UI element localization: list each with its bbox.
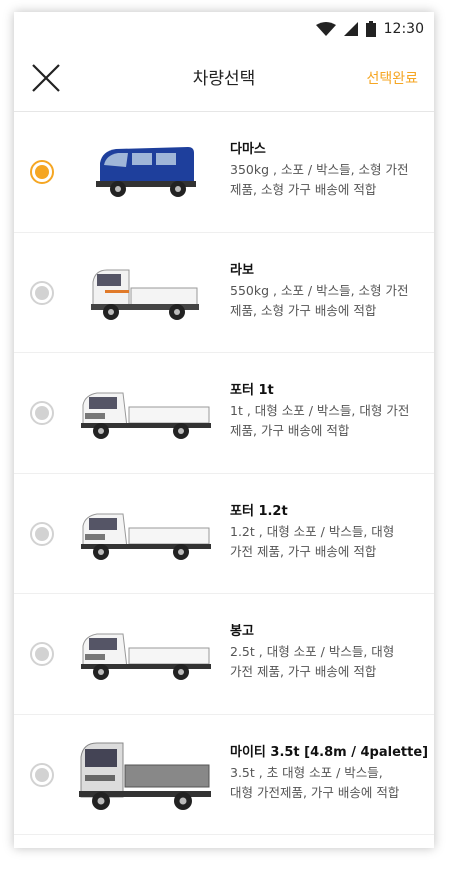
vehicle-desc-line1: 1.2t , 대형 소포 / 박스들, 대형 [230, 523, 395, 539]
vehicle-name: 포터 1.2t [230, 503, 288, 519]
vehicle-desc-line2: 대형 가전제품, 가구 배송에 적합 [230, 784, 400, 800]
truck-icon [81, 392, 211, 439]
radio-dot [35, 767, 49, 782]
vehicle-desc-line1: 2.5t , 대형 소포 / 박스들, 대형 [230, 644, 395, 659]
phone-screen: 12:30 차량선택 선택완료 다마스 350kg , 소포 / 박스들, 소형… [14, 12, 434, 848]
vehicle-image [70, 249, 220, 337]
vehicle-desc-line2: 가전 제품, 가구 배송에 적합 [230, 543, 377, 559]
mini-truck-icon [91, 269, 199, 320]
vehicle-desc-line2: 제품, 가구 배송에 적합 [230, 423, 350, 438]
battery-icon [365, 21, 376, 37]
radio-button[interactable] [30, 762, 54, 787]
vehicle-info: 봉고 2.5t , 대형 소포 / 박스들, 대형 가전 제품, 가구 배송에 … [230, 622, 430, 682]
wifi-icon [315, 22, 336, 36]
vehicle-desc-line2: 제품, 소형 가구 배송에 적합 [230, 302, 377, 318]
vehicle-option-1[interactable]: 다마스 350kg , 소포 / 박스들, 소형 가전 제품, 소형 가구 배송… [14, 112, 434, 233]
radio-button[interactable] [30, 160, 54, 184]
vehicle-info: 마이티 3.5t [4.8m / 4palette] 3.5t , 초 대형 소… [230, 743, 430, 803]
vehicle-name: 포터 1t [230, 383, 274, 398]
vehicle-image [70, 490, 220, 578]
vehicle-name: 마이티 3.5t [4.8m / 4palette] [230, 744, 429, 760]
vehicle-info: 포터 1t 1t , 대형 소포 / 박스들, 대형 가전 제품, 가구 배송에… [230, 381, 430, 441]
vehicle-desc-line1: 3.5t , 초 대형 소포 / 박스들, [230, 764, 383, 780]
large-truck-icon [79, 742, 211, 810]
radio-dot [35, 406, 49, 420]
radio-dot [35, 647, 49, 661]
vehicle-option-6[interactable]: 마이티 3.5t [4.8m / 4palette] 3.5t , 초 대형 소… [14, 715, 434, 835]
radio-button[interactable] [30, 642, 54, 666]
vehicle-option-2[interactable]: 라보 550kg , 소포 / 박스들, 소형 가전 제품, 소형 가구 배송에… [14, 233, 434, 353]
radio-dot [35, 285, 49, 300]
vehicle-desc-line1: 1t , 대형 소포 / 박스들, 대형 가전 [230, 403, 410, 418]
vehicle-list: 다마스 350kg , 소포 / 박스들, 소형 가전 제품, 소형 가구 배송… [14, 112, 434, 835]
vehicle-image [70, 369, 220, 457]
vehicle-option-4[interactable]: 포터 1.2t 1.2t , 대형 소포 / 박스들, 대형 가전 제품, 가구… [14, 474, 434, 594]
radio-button[interactable] [30, 401, 54, 425]
status-time: 12:30 [383, 21, 424, 37]
radio-button[interactable] [30, 521, 54, 546]
vehicle-info: 다마스 350kg , 소포 / 박스들, 소형 가전 제품, 소형 가구 배송… [230, 140, 430, 200]
app-bar: 차량선택 선택완료 [14, 46, 434, 112]
vehicle-image [70, 128, 220, 216]
vehicle-desc-line1: 550kg , 소포 / 박스들, 소형 가전 [230, 282, 409, 298]
vehicle-name: 봉고 [230, 624, 254, 639]
van-icon [96, 147, 196, 197]
vehicle-info: 포터 1.2t 1.2t , 대형 소포 / 박스들, 대형 가전 제품, 가구… [230, 502, 430, 562]
vehicle-desc-line2: 제품, 소형 가구 배송에 적합 [230, 182, 377, 197]
vehicle-image [70, 610, 220, 698]
vehicle-name: 라보 [230, 262, 254, 278]
vehicle-name: 다마스 [230, 142, 266, 157]
truck-icon [81, 633, 211, 680]
vehicle-image [70, 731, 220, 819]
vehicle-desc-line1: 350kg , 소포 / 박스들, 소형 가전 [230, 162, 409, 177]
vehicle-option-3[interactable]: 포터 1t 1t , 대형 소포 / 박스들, 대형 가전 제품, 가구 배송에… [14, 353, 434, 474]
radio-dot [35, 165, 49, 179]
radio-dot [35, 526, 49, 541]
done-button[interactable]: 선택완료 [366, 46, 418, 112]
radio-button[interactable] [30, 280, 54, 305]
vehicle-option-5[interactable]: 봉고 2.5t , 대형 소포 / 박스들, 대형 가전 제품, 가구 배송에 … [14, 594, 434, 715]
truck-icon [81, 513, 211, 560]
signal-icon [343, 22, 358, 36]
vehicle-desc-line2: 가전 제품, 가구 배송에 적합 [230, 664, 377, 679]
status-bar: 12:30 [14, 12, 434, 46]
vehicle-info: 라보 550kg , 소포 / 박스들, 소형 가전 제품, 소형 가구 배송에… [230, 261, 430, 321]
